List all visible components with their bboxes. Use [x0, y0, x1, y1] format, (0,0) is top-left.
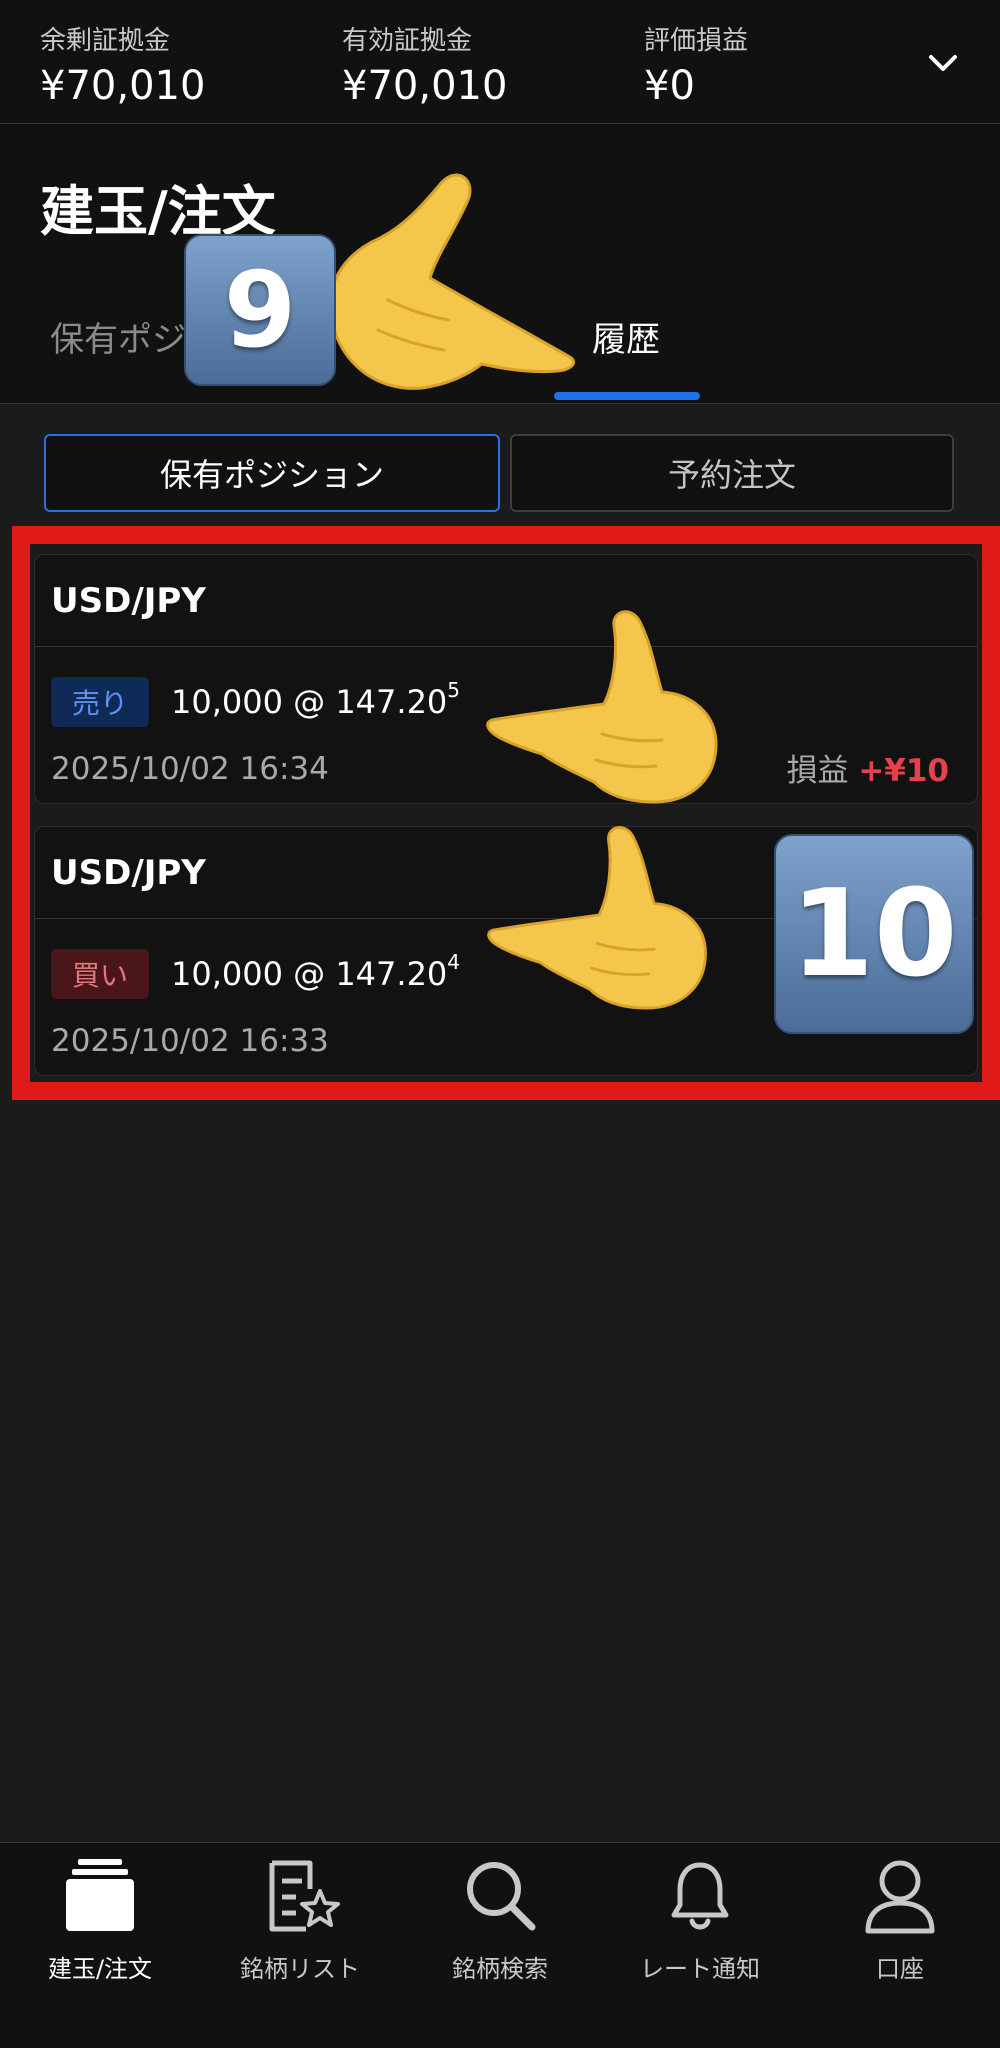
unrealized-pnl-value: ¥0 — [644, 63, 695, 109]
buy-badge: 買い — [51, 949, 149, 999]
nav-item-positions[interactable]: 建玉/注文 — [0, 1843, 200, 1993]
price-last-digit: 4 — [447, 950, 461, 974]
nav-label: 建玉/注文 — [47, 1955, 153, 1983]
nav-label: 口座 — [876, 1955, 924, 1983]
symbol-label: USD/JPY — [51, 852, 206, 893]
nav-item-search[interactable]: 銘柄検索 — [400, 1843, 600, 1993]
margin-summary-bar: 余剰証拠金 ¥70,010 有効証拠金 ¥70,010 評価損益 ¥0 — [0, 0, 1000, 124]
segment-reserved-orders[interactable]: 予約注文 — [510, 434, 954, 512]
surplus-margin-label: 余剰証拠金 — [40, 26, 171, 56]
step-badge-10: 10 — [774, 834, 974, 1034]
surplus-margin: 余剰証拠金 ¥70,010 — [40, 26, 205, 112]
nav-item-watchlist[interactable]: 銘柄リスト — [200, 1843, 400, 1993]
nav-label: レート通知 — [640, 1955, 760, 1983]
sell-badge: 売り — [51, 677, 149, 727]
effective-margin-label: 有効証拠金 — [342, 26, 473, 56]
effective-margin-value: ¥70,010 — [342, 63, 508, 109]
step-badge-9: 9 — [184, 234, 336, 386]
pointing-hand-icon — [486, 610, 718, 804]
nav-item-account[interactable]: 口座 — [800, 1843, 1000, 1993]
unrealized-pnl-label: 評価損益 — [644, 26, 749, 56]
price-last-digit: 5 — [447, 678, 461, 702]
order-quantity-price: 10,000 @ 147.204 — [171, 949, 460, 999]
tab-history[interactable]: 履歴 — [592, 320, 660, 360]
pnl-value: +¥10 — [858, 753, 949, 789]
order-datetime: 2025/10/02 16:33 — [51, 1023, 329, 1059]
account-icon — [865, 1860, 935, 1934]
pointing-hand-icon — [329, 173, 575, 390]
nav-item-rate-alert[interactable]: レート通知 — [600, 1843, 800, 1993]
bottom-navigation: 建玉/注文 銘柄リスト 銘柄検索 レート通知 口座 — [0, 1842, 1000, 2048]
order-quantity-price: 10,000 @ 147.205 — [171, 677, 460, 727]
pnl: 損益 +¥10 — [786, 749, 949, 793]
unrealized-pnl: 評価損益 ¥0 — [644, 26, 748, 112]
order-datetime: 2025/10/02 16:34 — [51, 751, 329, 787]
pointing-hand-icon — [487, 826, 707, 1010]
bell-icon — [671, 1862, 729, 1930]
symbol-label: USD/JPY — [51, 580, 206, 621]
quantity-price: 10,000 @ 147.20 — [171, 683, 448, 721]
effective-margin: 有効証拠金 ¥70,010 — [342, 26, 507, 112]
quantity-price: 10,000 @ 147.20 — [171, 955, 448, 993]
pnl-label: 損益 — [786, 753, 849, 789]
chevron-down-icon[interactable] — [928, 54, 958, 74]
segment-held-positions[interactable]: 保有ポジション — [44, 434, 500, 512]
positions-icon — [66, 1859, 134, 1931]
watchlist-icon — [269, 1860, 340, 1932]
surplus-margin-value: ¥70,010 — [40, 63, 206, 109]
search-icon — [467, 1862, 536, 1931]
nav-label: 銘柄リスト — [240, 1955, 360, 1983]
nav-label: 銘柄検索 — [452, 1955, 548, 1983]
tab-positions[interactable]: 保有ポジ — [50, 320, 186, 360]
